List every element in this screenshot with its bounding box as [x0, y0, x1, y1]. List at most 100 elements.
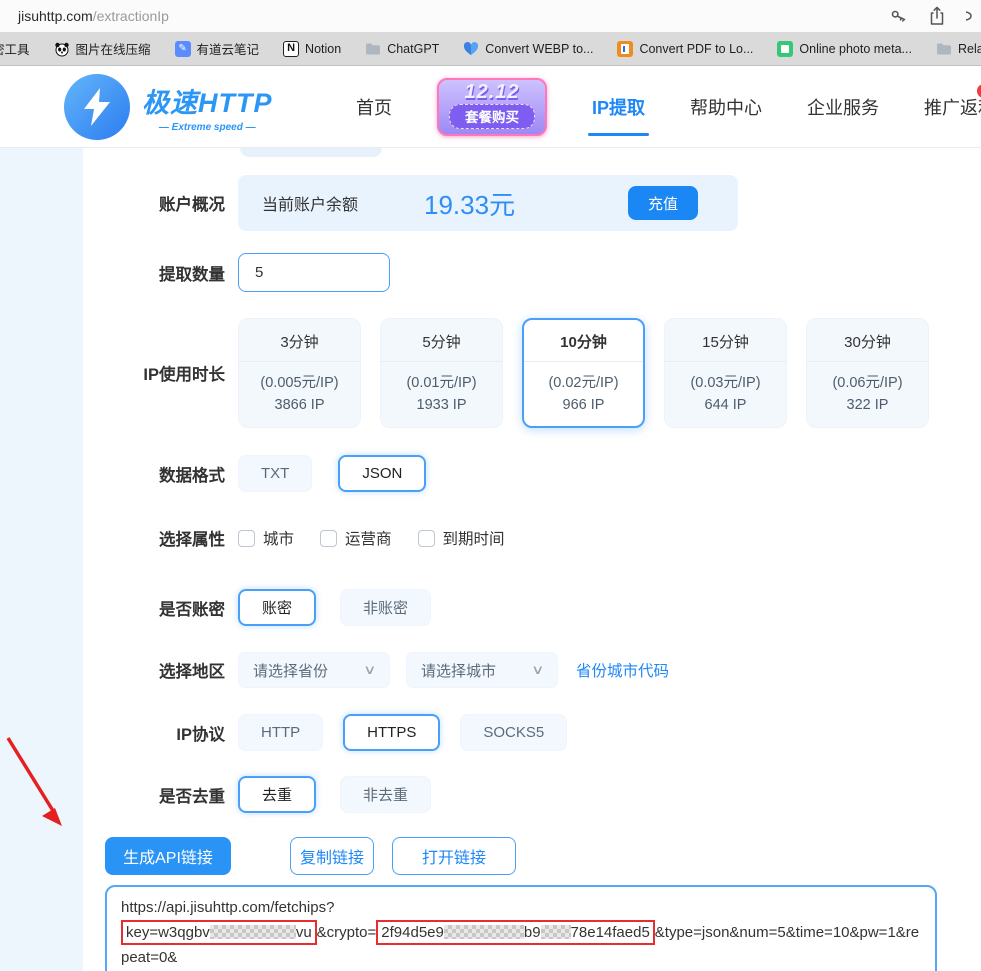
red-annotation-arrow [6, 737, 62, 826]
notion-icon: N [283, 40, 300, 57]
attribute-carrier[interactable]: 运营商 [320, 527, 392, 549]
auth-option-password-selected[interactable]: 账密 [238, 589, 317, 626]
site-logo[interactable]: 极速HTTP — Extreme speed — [64, 74, 273, 140]
card-price: (0.06元/IP) [832, 375, 903, 391]
nav-ip-extract[interactable]: IP提取 [587, 94, 650, 136]
bookmark-notion[interactable]: N Notion [283, 40, 342, 57]
dedupe-option-no[interactable]: 非去重 [340, 776, 432, 813]
bookmark-photo-meta[interactable]: Online photo meta... [777, 40, 912, 57]
nav-enterprise[interactable]: 企业服务 [807, 94, 879, 120]
promo-buy-label: 套餐购买 [449, 104, 535, 129]
quantity-input[interactable] [238, 253, 390, 292]
attribute-city[interactable]: 城市 [238, 527, 294, 549]
auth-label: 是否账密 [159, 600, 225, 619]
account-label: 账户概况 [159, 196, 225, 214]
crypto-param-label: &crypto= [316, 924, 377, 941]
region-row: 选择地区 请选择省份 ∨ 请选择城市 ∨ 省份城市代码 [83, 652, 981, 688]
bookmark-label: ChatGPT [387, 41, 440, 56]
bookmark-convert-pdf[interactable]: Convert PDF to Lo... [617, 40, 753, 57]
folder-icon [936, 43, 951, 54]
nav-referral[interactable]: 推广返利 [924, 94, 981, 120]
card-count: 644 IP [704, 397, 747, 413]
api-url-line1: https://api.jisuhttp.com/fetchips? [121, 899, 335, 916]
card-title: 30分钟 [844, 334, 891, 351]
bookmarks-bar: 密工具 图片在线压缩 ✎ 有道云笔记 N Notion ChatGPT Conv… [0, 32, 981, 66]
duration-card-3min[interactable]: 3分钟 (0.005元/IP) 3866 IP [238, 318, 361, 428]
protocol-option-socks5[interactable]: SOCKS5 [460, 714, 568, 751]
province-city-code-link[interactable]: 省份城市代码 [576, 659, 669, 681]
format-row: 数据格式 TXT JSON [83, 455, 981, 492]
censored-key [209, 925, 296, 939]
protocol-option-http[interactable]: HTTP [238, 714, 324, 751]
copy-link-button[interactable]: 复制链接 [290, 837, 374, 875]
redaction-highlight-crypto: 2f94d5e9 b9 78e14faed5 [376, 920, 655, 945]
checkbox-label: 城市 [263, 531, 295, 548]
address-url[interactable]: jisuhttp.com/extractionIp [18, 8, 169, 24]
province-select[interactable]: 请选择省份 ∨ [238, 652, 390, 688]
extraction-form-card: 账户概况 当前账户余额 19.33元 充值 提取数量 IP使用时长 3分钟 (0… [83, 148, 981, 971]
bookmark-label: Relakkes [957, 41, 981, 56]
dedupe-option-yes-selected[interactable]: 去重 [238, 776, 317, 813]
recharge-button[interactable]: 充值 [628, 186, 698, 220]
logo-title: 极速HTTP [142, 88, 273, 118]
nav-home[interactable]: 首页 [356, 94, 392, 120]
carrier-checkbox[interactable] [320, 529, 338, 547]
bookmark-chatgpt-folder[interactable]: ChatGPT [365, 41, 439, 57]
generate-api-link-button[interactable]: 生成API链接 [105, 837, 231, 875]
card-price: (0.02元/IP) [548, 375, 619, 391]
duration-cards: 3分钟 (0.005元/IP) 3866 IP 5分钟 (0.01元/IP) 1… [238, 318, 929, 428]
api-url-result-box[interactable]: https://api.jisuhttp.com/fetchips? key=w… [105, 885, 937, 971]
protocol-label: IP协议 [176, 725, 225, 744]
crypto-part2: b9 [523, 924, 541, 941]
bookmark-encrypt-tools[interactable]: 密工具 [0, 39, 30, 58]
promo-package-badge[interactable]: 12.12 套餐购买 [437, 78, 547, 136]
browser-url-bar: jisuhttp.com/extractionIp [0, 0, 981, 32]
card-count: 966 IP [562, 397, 605, 413]
auth-option-no-password[interactable]: 非账密 [340, 589, 432, 626]
pdf-icon [617, 40, 634, 57]
attributes-row: 选择属性 城市 运营商 到期时间 [83, 526, 981, 550]
duration-card-10min-selected[interactable]: 10分钟 (0.02元/IP) 966 IP [522, 318, 645, 428]
heart-icon [464, 41, 479, 55]
duration-row: IP使用时长 3分钟 (0.005元/IP) 3866 IP 5分钟 (0.01… [83, 318, 981, 428]
dedupe-label: 是否去重 [159, 787, 225, 806]
bookmark-youdao-note[interactable]: ✎ 有道云笔记 [174, 39, 259, 58]
key-prefix: key=w3qgbv [126, 924, 210, 941]
city-select[interactable]: 请选择城市 ∨ [406, 652, 558, 688]
bookmark-image-compress[interactable]: 图片在线压缩 [54, 39, 151, 58]
crypto-part1: 2f94d5e9 [381, 924, 444, 941]
card-count: 322 IP [846, 397, 889, 413]
protocol-option-https-selected[interactable]: HTTPS [343, 714, 441, 751]
partial-toolbar-icon[interactable] [965, 6, 973, 26]
format-option-txt[interactable]: TXT [238, 455, 313, 492]
card-count: 1933 IP [416, 397, 467, 413]
share-icon[interactable] [927, 5, 947, 27]
password-key-icon[interactable] [889, 6, 909, 26]
bookmark-label: 密工具 [0, 43, 30, 57]
duration-card-5min[interactable]: 5分钟 (0.01元/IP) 1933 IP [380, 318, 503, 428]
folder-icon [366, 43, 381, 54]
lightning-logo-icon [64, 74, 130, 140]
bookmark-convert-webp[interactable]: Convert WEBP to... [463, 41, 593, 57]
bookmark-relakkes-folder[interactable]: Relakkes [936, 41, 981, 57]
bookmark-label: Notion [305, 41, 342, 56]
open-link-button[interactable]: 打开链接 [392, 837, 516, 875]
duration-card-15min[interactable]: 15分钟 (0.03元/IP) 644 IP [664, 318, 787, 428]
card-title: 5分钟 [422, 334, 461, 351]
url-host: jisuhttp.com [18, 8, 93, 24]
duration-card-30min[interactable]: 30分钟 (0.06元/IP) 322 IP [806, 318, 929, 428]
expiry-checkbox[interactable] [417, 529, 435, 547]
balance-label: 当前账户余额 [262, 197, 359, 214]
region-label: 选择地区 [159, 663, 225, 681]
dedupe-row: 是否去重 去重 非去重 [83, 776, 981, 813]
duration-label: IP使用时长 [143, 366, 225, 384]
attribute-expiry[interactable]: 到期时间 [417, 527, 505, 549]
city-checkbox[interactable] [238, 529, 255, 547]
site-header: 极速HTTP — Extreme speed — 首页 12.12 套餐购买 I… [0, 66, 981, 148]
card-title: 15分钟 [702, 334, 749, 351]
city-placeholder: 请选择城市 [421, 662, 497, 680]
logo-subtitle: — Extreme speed — [158, 122, 256, 133]
format-option-json-selected[interactable]: JSON [338, 455, 427, 492]
nav-help-center[interactable]: 帮助中心 [690, 94, 762, 120]
actions-row: 生成API链接 复制链接 打开链接 [83, 837, 981, 875]
